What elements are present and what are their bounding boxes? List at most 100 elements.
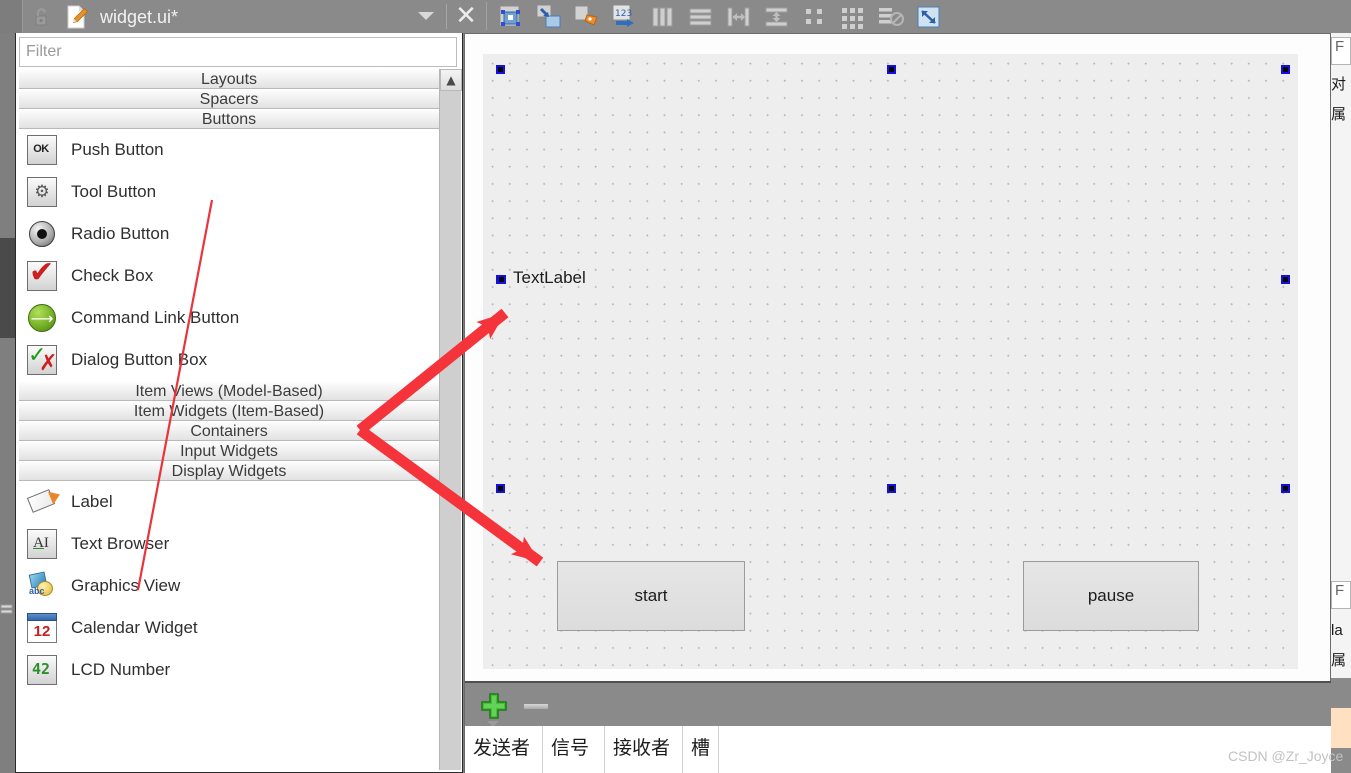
selection-handle[interactable] [1281, 275, 1290, 284]
push-button-icon: OK [25, 133, 59, 167]
toolbar-separator [486, 2, 487, 30]
widget-list-item-label: Dialog Button Box [71, 350, 208, 369]
qt-designer-window: widget.ui* ✕ 123 Filter Layouts Spacers … [0, 0, 1351, 773]
check-box-icon: ✔ [25, 256, 59, 293]
widget-box-panel: LayoutsSpacersButtons OK Push Button ⚙ Tool … [15, 33, 463, 773]
signal-slot-table-header: 发送者 信号 接收者槽 [465, 726, 1332, 773]
search-input[interactable] [19, 37, 457, 67]
form-editor-dock: TextLabel start pause [464, 33, 1331, 681]
layout-vertically-icon[interactable] [682, 1, 720, 33]
widget-list-item-label: Text Browser [71, 534, 170, 553]
form-push-button[interactable]: start [557, 561, 745, 631]
edit-widgets-icon[interactable] [492, 1, 530, 33]
left-dock-icon[interactable] [0, 593, 14, 623]
selection-handle[interactable] [887, 65, 896, 74]
widget-list-item[interactable]: A I Text Browser [19, 523, 439, 565]
widget-list-item-label: Calendar Widget [71, 618, 198, 637]
signal-slot-column-header[interactable]: 接收者 [605, 726, 683, 773]
widget-list-item[interactable]: OK Push Button [19, 129, 439, 171]
unlock-icon[interactable] [30, 6, 52, 28]
left-dock-tab[interactable] [0, 238, 15, 338]
widget-list-item-label: Push Button [71, 140, 164, 159]
layout-grid-icon[interactable] [834, 1, 872, 33]
chevron-down-icon[interactable] [418, 12, 434, 20]
title-bar-separator [22, 0, 23, 33]
tool-button-icon: ⚙ [25, 175, 59, 209]
signal-slot-column-header[interactable]: 发送者 [465, 726, 543, 773]
title-bar: widget.ui* ✕ 123 [0, 0, 1351, 33]
layout-horizontally-icon[interactable] [644, 1, 682, 33]
property-editor-dock: F 对 属 F la 属 [1331, 33, 1351, 773]
edit-buddies-icon[interactable] [568, 1, 606, 33]
widget-category-header[interactable]: Spacers [19, 89, 439, 109]
widget-category-header[interactable]: Containers [19, 421, 439, 441]
filter-field-wrapper [19, 37, 457, 67]
form-canvas[interactable]: TextLabel start pause [483, 54, 1298, 669]
watermark-text: CSDN @Zr_Joyce [1228, 748, 1344, 764]
layout-splitter-horizontal-icon[interactable] [720, 1, 758, 33]
layout-splitter-vertical-icon[interactable] [758, 1, 796, 33]
widget-list-item[interactable]: abc Graphics View [19, 565, 439, 607]
graphics-view-icon: abc [25, 569, 59, 603]
widget-category-header[interactable]: Display Widgets [19, 461, 439, 481]
selection-handle[interactable] [496, 484, 505, 493]
widget-list-item-label: Label [71, 492, 113, 511]
widget-list-item[interactable]: ✔ Check Box [19, 255, 439, 297]
form-text-label[interactable]: TextLabel [513, 268, 586, 288]
edit-signals-slots-icon[interactable] [530, 1, 568, 33]
radio-button-icon [25, 217, 59, 251]
file-edit-icon [64, 4, 90, 30]
widget-list-item[interactable]: 12 Calendar Widget [19, 607, 439, 649]
widget-category-header[interactable]: Item Views (Model-Based) [19, 381, 439, 401]
widget-box-scrollbar[interactable]: ▲ [439, 69, 462, 770]
plus-icon[interactable] [479, 691, 509, 721]
widget-category-header[interactable]: Input Widgets [19, 441, 439, 461]
property-row-1[interactable]: la [1331, 619, 1351, 643]
widget-list-item[interactable]: ⟶ Command Link Button [19, 297, 439, 339]
widget-list-item[interactable]: ⚙ Tool Button [19, 171, 439, 213]
window-title: widget.ui* [100, 7, 179, 27]
chevron-up-icon[interactable]: ▲ [440, 69, 462, 91]
minus-icon[interactable] [523, 703, 549, 710]
property-filter-input-lower[interactable]: F [1331, 581, 1351, 609]
signal-slot-column-header[interactable]: 信号 [543, 726, 605, 773]
lcd-number-icon: 42 [25, 653, 59, 687]
svg-text:123: 123 [615, 9, 632, 19]
selection-handle[interactable] [1281, 65, 1290, 74]
layout-form-icon[interactable] [796, 1, 834, 33]
widget-list-item-label: Check Box [71, 266, 154, 285]
widget-list-item[interactable]: 42 LCD Number [19, 649, 439, 691]
label-icon [25, 485, 59, 519]
selection-handle[interactable] [887, 484, 896, 493]
adjust-size-icon[interactable] [910, 1, 948, 33]
close-icon[interactable]: ✕ [452, 2, 480, 30]
form-push-button[interactable]: pause [1023, 561, 1199, 631]
selection-handle-label[interactable] [497, 275, 506, 284]
object-inspector-row-1[interactable]: 对 [1331, 73, 1351, 97]
left-dock-strip [0, 33, 15, 773]
selection-handle[interactable] [1281, 484, 1290, 493]
property-row-2[interactable]: 属 [1331, 649, 1351, 673]
widget-list-item-label: Command Link Button [71, 308, 240, 327]
signal-slot-editor-dock: 发送者 信号 接收者槽 [464, 681, 1332, 773]
title-bar-left-edge [0, 0, 22, 33]
text-browser-icon: AI [25, 527, 59, 561]
widget-category-header[interactable]: Layouts [19, 69, 439, 89]
widget-category-header[interactable]: Buttons [19, 109, 439, 129]
selection-handle[interactable] [496, 65, 505, 74]
property-highlight-row [1331, 708, 1351, 748]
break-layout-icon[interactable] [872, 1, 910, 33]
widget-category-header[interactable]: Item Widgets (Item-Based) [19, 401, 439, 421]
widget-list-item[interactable]: Radio Button [19, 213, 439, 255]
edit-tab-order-icon[interactable]: 123 [606, 1, 644, 33]
widget-list[interactable]: Layouts Spacers Buttons OK Push Button ⚙ Tool … [19, 69, 439, 769]
calendar-widget-icon: 12 [25, 611, 59, 645]
object-inspector-row-2[interactable]: 属 [1331, 103, 1351, 127]
widget-list-item[interactable]: Label [19, 481, 439, 523]
widget-list-item[interactable]: ✓ ✗ Dialog Button Box [19, 339, 439, 381]
title-divider [446, 4, 447, 29]
widget-list-item-label: Graphics View [71, 576, 181, 595]
property-filter-input[interactable]: F [1331, 37, 1351, 65]
signal-editor-toolbar [465, 681, 1332, 727]
signal-slot-column-header[interactable]: 槽 [683, 726, 720, 773]
